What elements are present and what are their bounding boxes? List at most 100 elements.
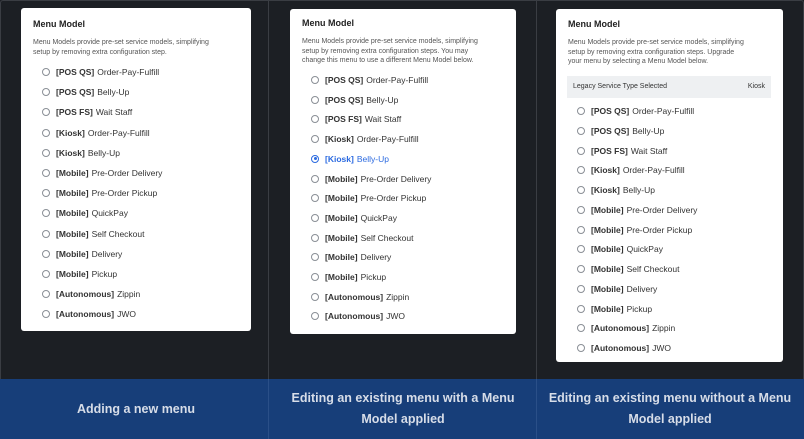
option-prefix: [Mobile]	[591, 204, 624, 215]
option-prefix: [Mobile]	[591, 224, 624, 235]
radio-button[interactable]	[577, 344, 585, 352]
radio-button[interactable]	[42, 249, 50, 258]
menu-model-option[interactable]: [Kiosk] Order-Pay-Fulfill	[42, 126, 150, 140]
radio-button[interactable]	[577, 284, 585, 293]
radio-button[interactable]	[577, 304, 585, 313]
radio-button[interactable]	[42, 290, 50, 299]
menu-model-option[interactable]: [Kiosk] Order-Pay-Fulfill	[311, 132, 419, 146]
card-description: Menu Models provide pre-set service mode…	[568, 39, 744, 65]
caption-new-menu: Adding a new menu	[76, 401, 196, 416]
radio-button[interactable]	[311, 213, 319, 222]
option-label: Zippin	[652, 323, 676, 334]
menu-model-option[interactable]: [Mobile] Pre-Order Delivery	[42, 166, 162, 180]
option-label: JWO	[117, 309, 136, 320]
menu-model-option[interactable]: [POS QS] Belly-Up	[577, 124, 664, 138]
option-label: Pre-Order Delivery	[91, 168, 163, 178]
menu-model-option[interactable]: [Mobile] Pickup	[577, 302, 652, 316]
radio-button[interactable]	[577, 186, 585, 194]
option-prefix: [POS QS]	[325, 94, 364, 105]
option-prefix: [Mobile]	[56, 248, 89, 259]
menu-model-option[interactable]: [Autonomous] Zippin	[577, 321, 675, 335]
radio-button[interactable]	[42, 270, 50, 278]
menu-model-option[interactable]: [Autonomous] Zippin	[311, 290, 409, 304]
radio-button[interactable]	[42, 169, 50, 177]
radio-button[interactable]	[311, 194, 319, 203]
radio-button[interactable]	[577, 166, 585, 175]
radio-button[interactable]	[311, 292, 319, 301]
radio-button[interactable]	[311, 76, 319, 84]
radio-button[interactable]	[311, 312, 319, 321]
menu-model-option[interactable]: [Mobile] QuickPay	[311, 211, 397, 225]
radio-button[interactable]	[577, 205, 585, 214]
menu-model-option[interactable]: [Mobile] Pre-Order Pickup	[42, 186, 157, 200]
menu-model-option[interactable]: [Kiosk] Order-Pay-Fulfill	[577, 163, 685, 177]
menu-model-option[interactable]: [Mobile] Self Checkout	[311, 231, 414, 245]
option-label: Zippin	[117, 289, 141, 300]
menu-model-option[interactable]: [Kiosk] Belly-Up	[577, 183, 655, 197]
menu-model-option[interactable]: [Mobile] Self Checkout	[577, 262, 680, 276]
menu-model-option[interactable]: [Mobile] QuickPay	[42, 206, 128, 220]
option-label: Order-Pay-Fulfill	[632, 106, 695, 116]
radio-button[interactable]	[42, 128, 50, 137]
radio-button[interactable]	[577, 324, 585, 333]
legacy-service-type-bar: Legacy Service Type Selected Kiosk	[567, 76, 771, 98]
menu-model-option[interactable]: [Autonomous] Zippin	[42, 287, 140, 301]
radio-button[interactable]	[42, 310, 50, 319]
caption-existing-without-model: Editing an existing menu without a Menu …	[548, 391, 792, 426]
menu-model-option[interactable]: [Autonomous] JWO	[577, 341, 671, 355]
menu-model-option[interactable]: [Mobile] Pre-Order Pickup	[577, 223, 692, 237]
radio-button[interactable]	[311, 95, 319, 104]
menu-model-option[interactable]: [Mobile] Pickup	[42, 267, 117, 281]
menu-model-option[interactable]: [Autonomous] JWO	[311, 309, 405, 323]
radio-button[interactable]	[577, 146, 585, 155]
radio-button[interactable]	[42, 229, 50, 238]
menu-model-option[interactable]: [POS FS] Wait Staff	[42, 105, 132, 119]
radio-button[interactable]	[42, 189, 50, 198]
radio-button[interactable]	[311, 115, 319, 124]
radio-button[interactable]	[577, 265, 585, 273]
menu-model-option[interactable]: [Mobile] Delivery	[311, 250, 391, 264]
radio-button[interactable]	[311, 233, 319, 242]
menu-model-option[interactable]: [POS QS] Order-Pay-Fulfill	[311, 73, 428, 87]
menu-model-option[interactable]: [POS FS] Wait Staff	[311, 112, 401, 126]
menu-model-option[interactable]: [Mobile] Pickup	[311, 270, 386, 284]
menu-model-option[interactable]: [Mobile] QuickPay	[577, 242, 663, 256]
menu-model-option[interactable]: [Mobile] Delivery	[42, 247, 122, 261]
option-prefix: [Mobile]	[591, 303, 624, 314]
radio-button[interactable]	[311, 174, 319, 183]
menu-model-option[interactable]: [Mobile] Pre-Order Pickup	[311, 191, 426, 205]
column-divider	[268, 0, 269, 379]
menu-model-option[interactable]: [POS QS] Order-Pay-Fulfill	[577, 104, 694, 118]
radio-button[interactable]	[577, 107, 585, 115]
radio-button[interactable]	[311, 273, 319, 281]
radio-button[interactable]	[42, 88, 50, 97]
radio-button[interactable]	[311, 135, 319, 144]
menu-model-option[interactable]: [Kiosk] Belly-Up	[311, 152, 389, 166]
radio-button[interactable]	[42, 148, 50, 157]
radio-button[interactable]	[577, 245, 585, 254]
radio-button[interactable]	[577, 225, 585, 234]
menu-model-option[interactable]: [POS QS] Belly-Up	[311, 93, 398, 107]
menu-model-option[interactable]: [POS QS] Order-Pay-Fulfill	[42, 65, 159, 79]
radio-button[interactable]	[311, 253, 319, 262]
menu-model-option[interactable]: [Mobile] Pre-Order Delivery	[311, 172, 431, 186]
radio-button[interactable]	[42, 209, 50, 218]
radio-button[interactable]	[311, 154, 319, 163]
menu-model-option[interactable]: [Autonomous] JWO	[42, 307, 136, 321]
option-prefix: [Mobile]	[56, 208, 89, 219]
menu-model-option[interactable]: [Mobile] Delivery	[577, 282, 657, 296]
menu-model-option[interactable]: [Mobile] Self Checkout	[42, 227, 145, 241]
radio-button[interactable]	[42, 68, 50, 76]
legacy-value: Kiosk	[747, 83, 765, 90]
menu-model-option[interactable]: [Mobile] Pre-Order Delivery	[577, 203, 697, 217]
radio-button[interactable]	[42, 108, 50, 117]
menu-model-option[interactable]: [Kiosk] Belly-Up	[42, 146, 120, 160]
option-prefix: [Mobile]	[591, 283, 624, 294]
option-prefix: [POS QS]	[325, 75, 364, 85]
card-description: Menu Models provide pre-set service mode…	[302, 38, 478, 64]
menu-model-option[interactable]: [POS QS] Belly-Up	[42, 85, 129, 99]
radio-button[interactable]	[577, 126, 585, 135]
menu-model-option[interactable]: [POS FS] Wait Staff	[577, 144, 667, 158]
option-label: Self Checkout	[360, 232, 414, 243]
option-label: QuickPay	[91, 208, 128, 219]
